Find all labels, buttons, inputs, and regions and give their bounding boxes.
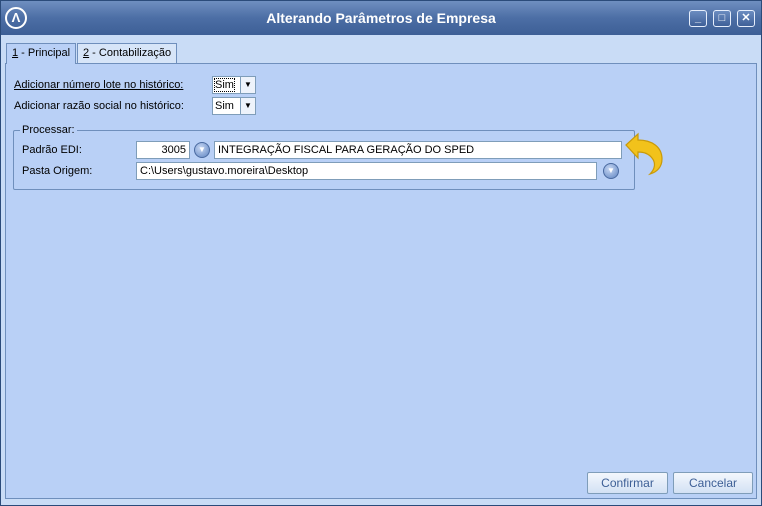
padrao-edi-code-input[interactable]: 3005 bbox=[136, 141, 190, 159]
chevron-down-icon[interactable]: ▼ bbox=[240, 98, 255, 114]
pasta-origem-label: Pasta Origem: bbox=[22, 165, 93, 177]
lote-label: Adicionar número lote no histórico: bbox=[14, 79, 184, 91]
tab-contabilizacao-label: - Contabilização bbox=[89, 47, 172, 59]
minimize-button[interactable]: _ bbox=[689, 10, 707, 27]
tab-panel-principal: Adicionar número lote no histórico: Sim … bbox=[5, 63, 757, 499]
padrao-edi-label: Padrão EDI: bbox=[22, 144, 82, 156]
lote-select[interactable]: Sim ▼ bbox=[212, 76, 256, 94]
pasta-origem-input[interactable]: C:\Users\gustavo.moreira\Desktop bbox=[136, 162, 597, 180]
padrao-edi-description: INTEGRAÇÃO FISCAL PARA GERAÇÃO DO SPED bbox=[214, 141, 622, 159]
title-bar[interactable]: Λ Alterando Parâmetros de Empresa _ □ ✕ bbox=[1, 1, 761, 35]
undo-arrow-icon[interactable] bbox=[622, 131, 668, 177]
processar-group: Processar: Padrão EDI: 3005 ▼ INTEGRAÇÃO… bbox=[13, 124, 635, 190]
padrao-edi-lookup-icon[interactable]: ▼ bbox=[194, 142, 210, 158]
confirm-button[interactable]: Confirmar bbox=[587, 472, 668, 494]
processar-group-title: Processar: bbox=[20, 124, 77, 136]
folder-browse-icon[interactable]: ▼ bbox=[603, 163, 619, 179]
close-button[interactable]: ✕ bbox=[737, 10, 755, 27]
cancel-button[interactable]: Cancelar bbox=[673, 472, 753, 494]
window-title: Alterando Parâmetros de Empresa bbox=[266, 10, 496, 26]
tab-principal-label: - Principal bbox=[18, 47, 71, 59]
lote-select-value: Sim bbox=[214, 78, 235, 92]
tab-contabilizacao[interactable]: 2 - Contabilização bbox=[77, 43, 178, 63]
chevron-down-icon[interactable]: ▼ bbox=[240, 77, 255, 93]
razao-select-value: Sim bbox=[215, 100, 234, 112]
tab-principal[interactable]: 1 - Principal bbox=[6, 43, 77, 64]
razao-label: Adicionar razão social no histórico: bbox=[14, 100, 184, 112]
razao-select[interactable]: Sim ▼ bbox=[212, 97, 256, 115]
dialog-window: Λ Alterando Parâmetros de Empresa _ □ ✕ … bbox=[0, 0, 762, 506]
maximize-button[interactable]: □ bbox=[713, 10, 731, 27]
